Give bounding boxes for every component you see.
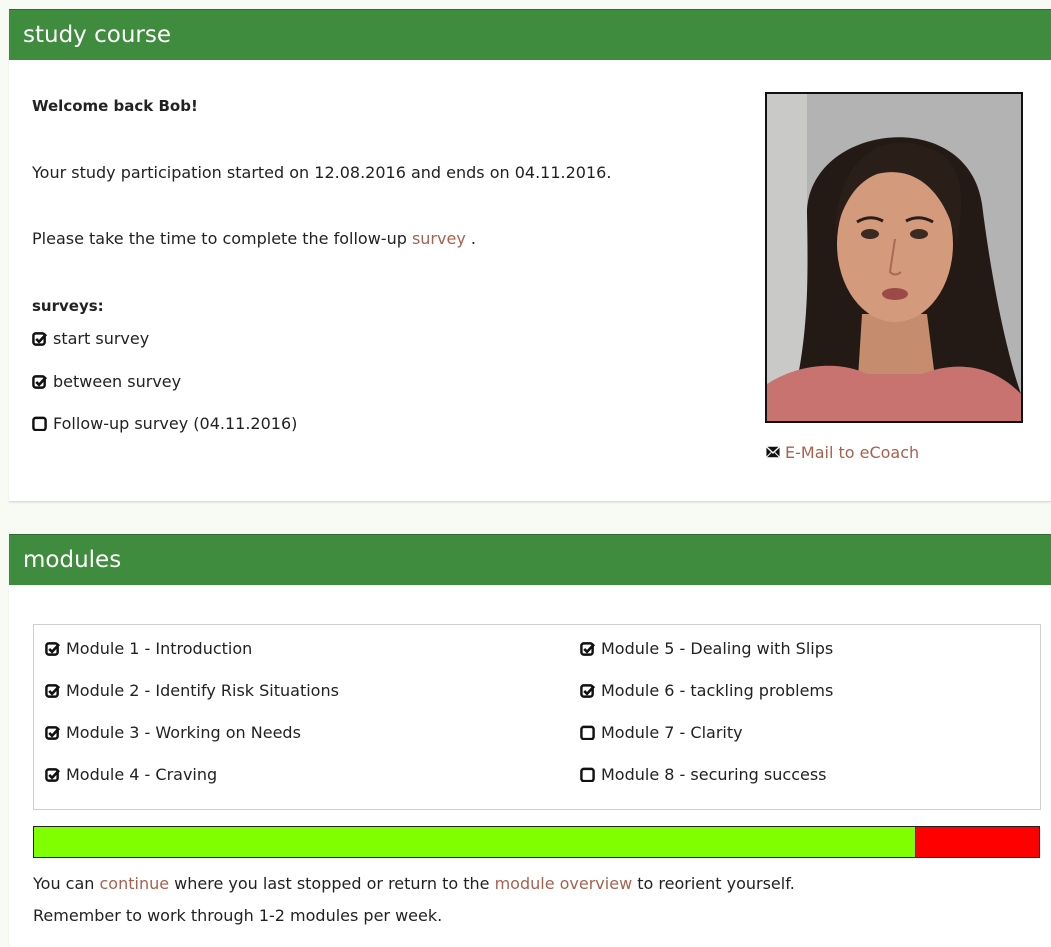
ecoach-photo xyxy=(765,92,1023,423)
module-list: Module 1 - Introduction Module 2 - Ident… xyxy=(33,624,1041,810)
module-label: Module 7 - Clarity xyxy=(601,723,743,742)
module-label: Module 3 - Working on Needs xyxy=(66,723,301,742)
participation-text: Your study participation started on 12.0… xyxy=(32,163,612,182)
modules-panel: modules Module 1 - Introduction Module 2… xyxy=(9,534,1051,947)
module-item-6[interactable]: Module 6 - tackling problems xyxy=(580,681,833,700)
module-item-3[interactable]: Module 3 - Working on Needs xyxy=(45,723,301,742)
surveys-label: surveys: xyxy=(32,297,104,315)
survey-label: between survey xyxy=(53,372,182,391)
checked-checkbox-icon xyxy=(580,684,595,698)
survey-item-between: between survey xyxy=(32,372,181,391)
checked-checkbox-icon xyxy=(32,375,47,389)
checked-checkbox-icon xyxy=(45,642,60,656)
study-course-panel: study course Welcome back Bob! Your stud… xyxy=(9,9,1051,502)
modules-footer-line2: Remember to work through 1-2 modules per… xyxy=(33,906,443,925)
checked-checkbox-icon xyxy=(45,684,60,698)
checked-checkbox-icon xyxy=(45,768,60,782)
module-label: Module 1 - Introduction xyxy=(66,639,253,658)
study-course-header: study course xyxy=(9,9,1051,60)
module-label: Module 4 - Craving xyxy=(66,765,218,784)
survey-label: Follow-up survey (04.11.2016) xyxy=(53,414,298,433)
progress-completed xyxy=(34,827,917,857)
survey-item-followup: Follow-up survey (04.11.2016) xyxy=(32,414,297,433)
modules-header: modules xyxy=(9,534,1051,585)
survey-item-start: start survey xyxy=(32,329,149,348)
module-label: Module 5 - Dealing with Slips xyxy=(601,639,834,658)
email-ecoach-link[interactable]: E-Mail to eCoach xyxy=(785,443,919,462)
module-item-5[interactable]: Module 5 - Dealing with Slips xyxy=(580,639,833,658)
checked-checkbox-icon xyxy=(580,642,595,656)
footer-text: where you last stopped or return to the xyxy=(169,874,495,893)
survey-label: start survey xyxy=(53,329,150,348)
unchecked-checkbox-icon xyxy=(32,416,47,431)
module-overview-link[interactable]: module overview xyxy=(495,874,633,893)
progress-remaining xyxy=(916,827,1039,857)
survey-link[interactable]: survey xyxy=(412,229,466,248)
ecoach-portrait-image xyxy=(767,94,1021,421)
module-label: Module 2 - Identify Risk Situations xyxy=(66,681,339,700)
followup-text-before: Please take the time to complete the fol… xyxy=(32,229,412,248)
unchecked-checkbox-icon xyxy=(580,767,595,782)
module-item-7[interactable]: Module 7 - Clarity xyxy=(580,723,743,742)
module-item-1[interactable]: Module 1 - Introduction xyxy=(45,639,252,658)
module-label: Module 8 - securing success xyxy=(601,765,827,784)
continue-link[interactable]: continue xyxy=(100,874,170,893)
footer-text: to reorient yourself. xyxy=(632,874,795,893)
module-item-2[interactable]: Module 2 - Identify Risk Situations xyxy=(45,681,339,700)
modules-footer-line1: You can continue where you last stopped … xyxy=(33,874,795,893)
checked-checkbox-icon xyxy=(45,726,60,740)
module-item-8[interactable]: Module 8 - securing success xyxy=(580,765,827,784)
envelope-icon xyxy=(765,446,781,458)
module-progress-bar xyxy=(33,826,1040,858)
email-ecoach[interactable]: E-Mail to eCoach xyxy=(765,443,919,462)
unchecked-checkbox-icon xyxy=(580,725,595,740)
checked-checkbox-icon xyxy=(32,332,47,346)
welcome-text: Welcome back Bob! xyxy=(32,97,198,115)
module-item-4[interactable]: Module 4 - Craving xyxy=(45,765,217,784)
module-label: Module 6 - tackling problems xyxy=(601,681,834,700)
followup-text-after: . xyxy=(465,229,476,248)
followup-text: Please take the time to complete the fol… xyxy=(32,229,476,248)
footer-text: You can xyxy=(33,874,100,893)
